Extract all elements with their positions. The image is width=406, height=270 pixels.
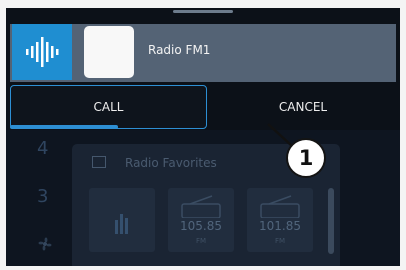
callout-badge: 1	[286, 138, 326, 178]
callout-leader-line	[267, 123, 293, 147]
